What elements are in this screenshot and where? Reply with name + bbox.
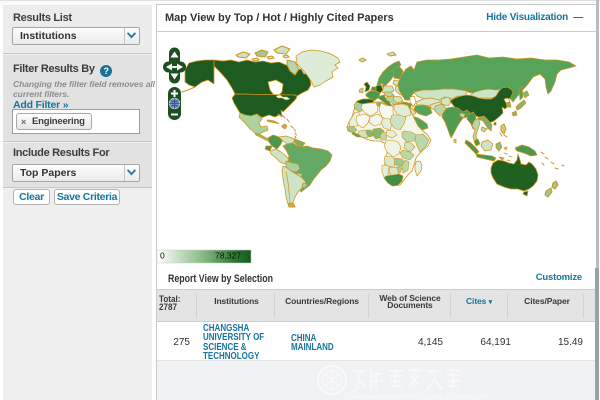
svg-text:0: 0 xyxy=(160,251,165,261)
svg-text:78,327: 78,327 xyxy=(215,251,241,261)
svg-text:CHANGSHA UNIVERSITY OF SCIENCE: CHANGSHA UNIVERSITY OF SCIENCE & TECHNOL… xyxy=(345,395,488,400)
